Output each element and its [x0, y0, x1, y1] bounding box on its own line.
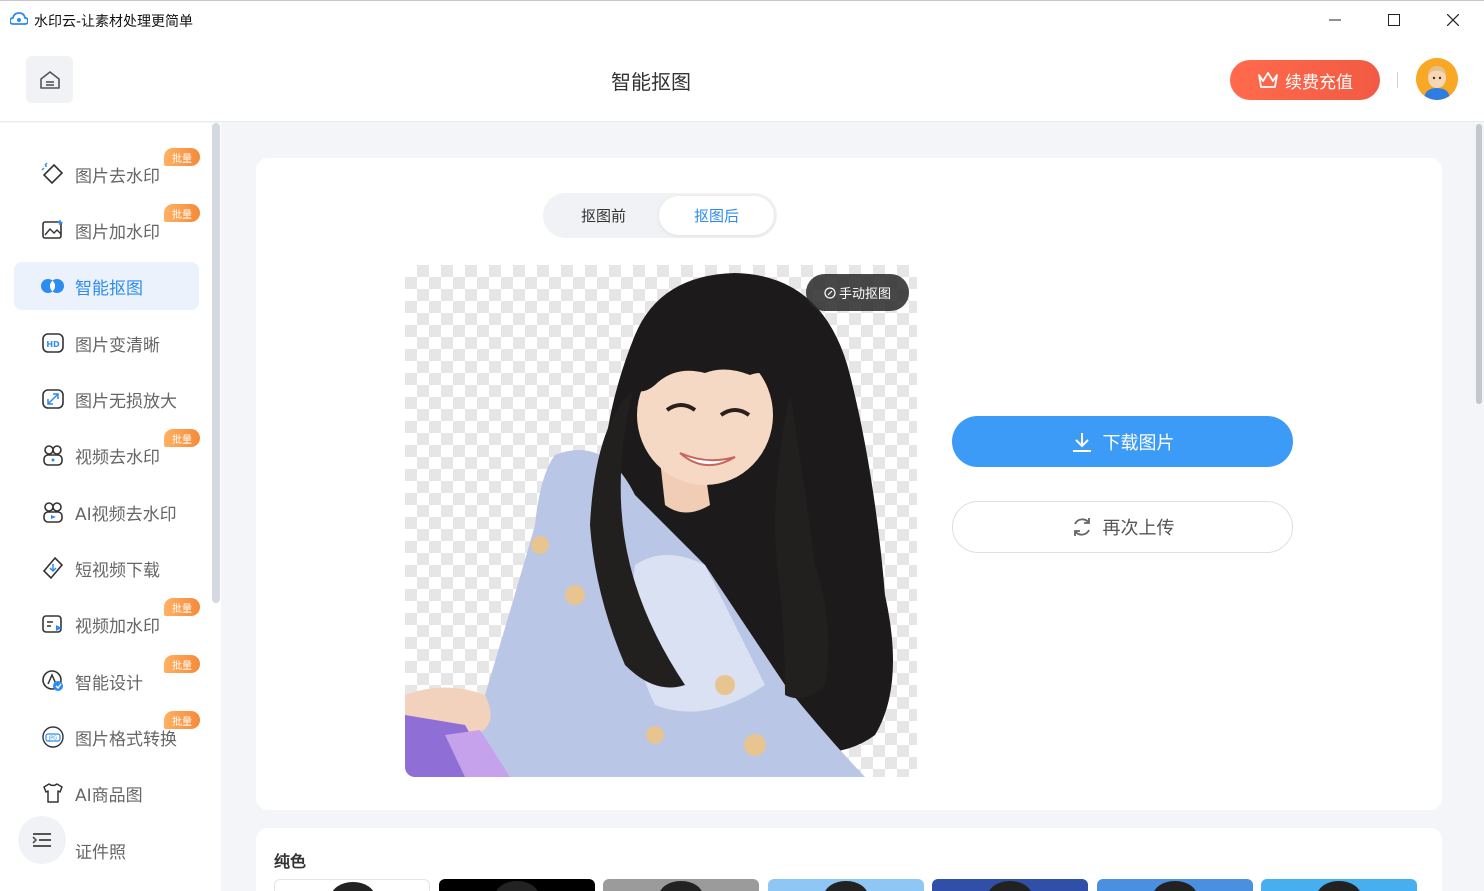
menu-collapse-icon [32, 833, 51, 847]
sidebar-item-label: 智能设计 [75, 673, 143, 694]
image-add-icon [40, 217, 66, 243]
batch-badge: 批量 [164, 429, 200, 447]
shirt-icon [40, 780, 66, 806]
before-after-toggle: 抠图前 抠图后 [543, 193, 777, 238]
header-divider [1397, 72, 1398, 88]
sidebar-item-label: 图片加水印 [75, 222, 160, 243]
sidebar-item-label: AI视频去水印 [75, 504, 177, 525]
tab-after-cutout[interactable]: 抠图后 [659, 196, 774, 235]
sidebar-item-lossless-enlarge[interactable]: 图片无损放大 [14, 375, 199, 423]
color-swatch[interactable] [767, 879, 924, 891]
app-header: 智能抠图 续费充值 [0, 38, 1484, 122]
minimize-icon [1329, 19, 1341, 21]
jpg-icon: JPG [40, 724, 66, 750]
ai-video-icon [40, 499, 66, 525]
sidebar-item-image-format-convert[interactable]: JPG 图片格式转换 批量 [14, 711, 200, 761]
maximize-icon [1388, 14, 1400, 26]
sidebar-item-label: 短视频下载 [75, 560, 160, 581]
sidebar-item-image-enhance[interactable]: HD 图片变清晰 [14, 319, 199, 367]
maximize-button[interactable] [1371, 7, 1417, 33]
eraser-icon [40, 161, 66, 187]
sidebar-item-label: 图片格式转换 [75, 729, 177, 750]
solid-color-title: 纯色 [274, 852, 307, 871]
manual-edit-icon [824, 286, 836, 299]
hd-icon: HD [40, 330, 66, 356]
enlarge-icon [40, 386, 66, 412]
sidebar: 图片去水印 批量 图片加水印 批量 智能抠图 HD 图片变清晰 图片无损放大 视… [0, 123, 221, 891]
sidebar-item-label: 视频加水印 [75, 616, 160, 637]
sidebar-item-label: 智能抠图 [75, 278, 143, 299]
swatch-preview-head [823, 881, 868, 891]
sidebar-item-smart-design[interactable]: 智能设计 批量 [14, 655, 200, 705]
renew-button[interactable]: 续费充值 [1230, 60, 1380, 100]
tab-before-cutout[interactable]: 抠图前 [546, 196, 661, 235]
batch-badge: 批量 [164, 711, 200, 729]
sidebar-item-smart-cutout[interactable]: 智能抠图 [14, 262, 199, 310]
swatch-preview-head [1152, 881, 1197, 891]
cutout-icon [40, 273, 66, 299]
svg-text:JPG: JPG [48, 736, 57, 742]
batch-badge: 批量 [164, 598, 200, 616]
color-swatch[interactable] [603, 879, 759, 891]
color-swatch[interactable] [1261, 879, 1417, 891]
main-scrollbar[interactable] [1476, 124, 1482, 404]
swatch-preview-head [988, 881, 1032, 891]
sidebar-item-image-add-watermark[interactable]: 图片加水印 批量 [14, 204, 200, 254]
title-bar: 水印云-让素材处理更简单 [0, 0, 1484, 38]
download-icon [1072, 432, 1091, 452]
sidebar-item-video-add-watermark[interactable]: 视频加水印 批量 [14, 598, 200, 648]
svg-text:HD: HD [46, 340, 60, 349]
close-button[interactable] [1430, 7, 1476, 33]
reupload-button[interactable]: 再次上传 [952, 501, 1293, 553]
download-image-button[interactable]: 下载图片 [952, 416, 1293, 467]
refresh-icon [1073, 518, 1090, 536]
color-swatch[interactable] [1096, 879, 1253, 891]
sidebar-item-ai-product-image[interactable]: AI商品图 [14, 769, 199, 817]
sidebar-item-short-video-download[interactable]: 短视频下载 [14, 544, 199, 592]
video-erase-icon [40, 442, 66, 468]
sidebar-item-label: 图片去水印 [75, 166, 160, 187]
swatch-preview-head [494, 881, 539, 891]
sidebar-item-label: 视频去水印 [75, 447, 160, 468]
reupload-label: 再次上传 [1102, 518, 1175, 539]
avatar-icon [1416, 58, 1458, 100]
design-icon [40, 668, 66, 694]
batch-badge: 批量 [164, 204, 200, 222]
batch-badge: 批量 [164, 148, 200, 166]
sidebar-item-video-remove-watermark[interactable]: 视频去水印 批量 [14, 429, 200, 479]
color-swatch[interactable] [932, 879, 1088, 891]
batch-badge: 批量 [164, 655, 200, 673]
sidebar-item-image-remove-watermark[interactable]: 图片去水印 批量 [14, 148, 200, 198]
manual-cutout-label: 手动抠图 [838, 287, 891, 302]
user-avatar[interactable] [1416, 58, 1458, 100]
color-swatch[interactable] [438, 879, 595, 891]
close-icon [1447, 14, 1459, 26]
page-title: 智能抠图 [611, 70, 691, 94]
sidebar-item-label: 证件照 [75, 842, 126, 863]
manual-cutout-button[interactable]: 手动抠图 [806, 274, 909, 311]
swatch-preview-head [659, 881, 703, 891]
window-title: 水印云-让素材处理更简单 [34, 14, 194, 30]
sidebar-item-ai-video-remove-watermark[interactable]: AI视频去水印 [14, 488, 199, 536]
sidebar-item-label: 图片变清晰 [75, 335, 160, 356]
sidebar-scrollbar[interactable] [212, 123, 220, 603]
video-add-icon [40, 611, 66, 637]
download-video-icon [40, 555, 66, 581]
sidebar-item-label: 图片无损放大 [75, 391, 177, 412]
app-logo-icon [10, 12, 28, 25]
cutout-preview-image [405, 265, 917, 777]
download-label: 下载图片 [1102, 432, 1175, 454]
person-cutout-graphic [405, 273, 893, 777]
crown-icon [1258, 72, 1278, 88]
swatch-preview-head [1317, 881, 1361, 891]
sidebar-collapse-button[interactable] [18, 816, 66, 864]
sidebar-item-label: AI商品图 [75, 785, 143, 806]
swatch-preview-head [331, 882, 375, 891]
renew-label: 续费充值 [1285, 72, 1353, 93]
minimize-button[interactable] [1312, 7, 1358, 33]
color-swatch[interactable] [274, 879, 430, 891]
